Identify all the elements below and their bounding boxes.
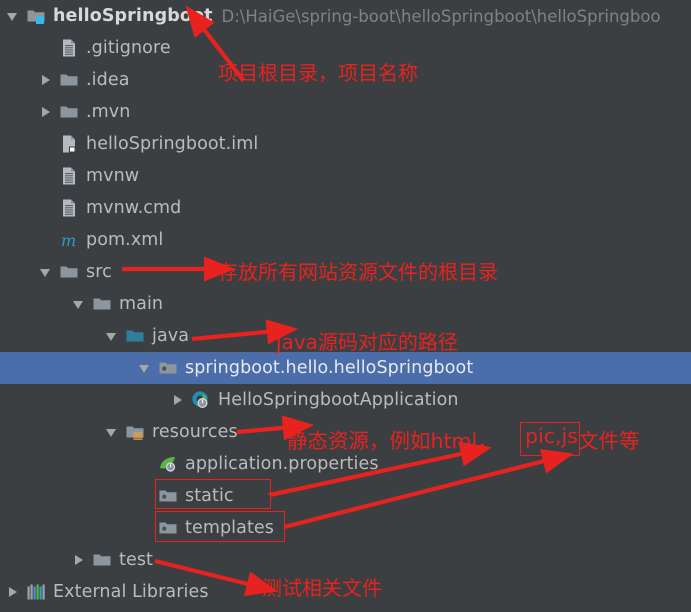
tree-row-gitignore[interactable]: .gitignore (0, 32, 691, 64)
tree-row-label: springboot.hello.helloSpringboot (185, 358, 474, 378)
tree-row-label: main (119, 294, 164, 314)
folder-icon (92, 294, 112, 314)
text-file-icon (59, 198, 79, 218)
chevron-right-icon[interactable] (4, 576, 26, 608)
tree-row-label: java (152, 326, 190, 346)
chevron-down-icon[interactable] (37, 256, 59, 288)
tree-row-templates[interactable]: templates (0, 512, 691, 544)
text-file-icon (59, 166, 79, 186)
iml-file-icon (59, 134, 79, 154)
folder-icon (92, 550, 112, 570)
tree-row-label: static (185, 486, 234, 506)
chevron-down-icon[interactable] (70, 288, 92, 320)
package-icon (158, 358, 178, 378)
tree-row-mvn[interactable]: .mvn (0, 96, 691, 128)
tree-row-label: .gitignore (86, 38, 171, 58)
spring-class-run-icon (191, 390, 211, 410)
resources-root-folder-icon (125, 422, 145, 442)
module-folder-icon (26, 6, 46, 26)
chevron-right-icon[interactable] (70, 544, 92, 576)
tree-row-iml[interactable]: helloSpringboot.iml (0, 128, 691, 160)
tree-row-mvnwcmd[interactable]: mvnw.cmd (0, 192, 691, 224)
tree-row-label: mvnw.cmd (86, 198, 182, 218)
chevron-down-icon[interactable] (4, 0, 26, 32)
tree-row-path: D:\HaiGe\spring-boot\helloSpringboot\hel… (221, 6, 661, 26)
tree-row-label: External Libraries (53, 582, 209, 602)
tree-row-label: application.properties (185, 454, 379, 474)
chevron-down-icon[interactable] (103, 320, 125, 352)
external-libraries-icon (26, 582, 46, 602)
tree-row-idea[interactable]: .idea (0, 64, 691, 96)
tree-row-src[interactable]: src (0, 256, 691, 288)
tree-row-pom[interactable]: m pom.xml (0, 224, 691, 256)
tree-row-pkg[interactable]: springboot.hello.helloSpringboot (0, 352, 691, 384)
tree-row-label: mvnw (86, 166, 140, 186)
chevron-down-icon[interactable] (103, 416, 125, 448)
source-root-folder-icon (125, 326, 145, 346)
tree-row-label: test (119, 550, 154, 570)
project-tree[interactable]: helloSpringboot D:\HaiGe\spring-boot\hell… (0, 0, 691, 612)
tree-row-resources[interactable]: resources (0, 416, 691, 448)
tree-row-label: .mvn (86, 102, 131, 122)
tree-row-label: src (86, 262, 112, 282)
tree-row-label: pom.xml (86, 230, 164, 250)
chevron-right-icon[interactable] (37, 96, 59, 128)
tree-row-label: resources (152, 422, 238, 442)
spring-leaf-icon (158, 454, 178, 474)
tree-row-app[interactable]: HelloSpringbootApplication (0, 384, 691, 416)
chevron-down-icon[interactable] (136, 352, 158, 384)
tree-row-root[interactable]: helloSpringboot D:\HaiGe\spring-boot\hell… (0, 0, 691, 32)
text-file-icon (59, 38, 79, 58)
folder-icon (59, 70, 79, 90)
tree-row-label: helloSpringboot.iml (86, 134, 259, 154)
tree-row-label: templates (185, 518, 275, 538)
svg-text:m: m (61, 231, 76, 250)
tree-row-label: HelloSpringbootApplication (218, 390, 459, 410)
chevron-right-icon[interactable] (169, 384, 191, 416)
folder-icon (59, 262, 79, 282)
package-icon (158, 518, 178, 538)
tree-row-extlibs[interactable]: External Libraries (0, 576, 691, 608)
package-icon (158, 486, 178, 506)
tree-row-label: .idea (86, 70, 130, 90)
tree-row-java[interactable]: java (0, 320, 691, 352)
tree-row-mvnw[interactable]: mvnw (0, 160, 691, 192)
tree-row-main[interactable]: main (0, 288, 691, 320)
folder-icon (59, 102, 79, 122)
chevron-right-icon[interactable] (37, 64, 59, 96)
tree-row-appprops[interactable]: application.properties (0, 448, 691, 480)
tree-row-test[interactable]: test (0, 544, 691, 576)
tree-row-label: helloSpringboot (53, 6, 213, 26)
tree-row-static[interactable]: static (0, 480, 691, 512)
maven-m-icon: m (59, 230, 79, 250)
